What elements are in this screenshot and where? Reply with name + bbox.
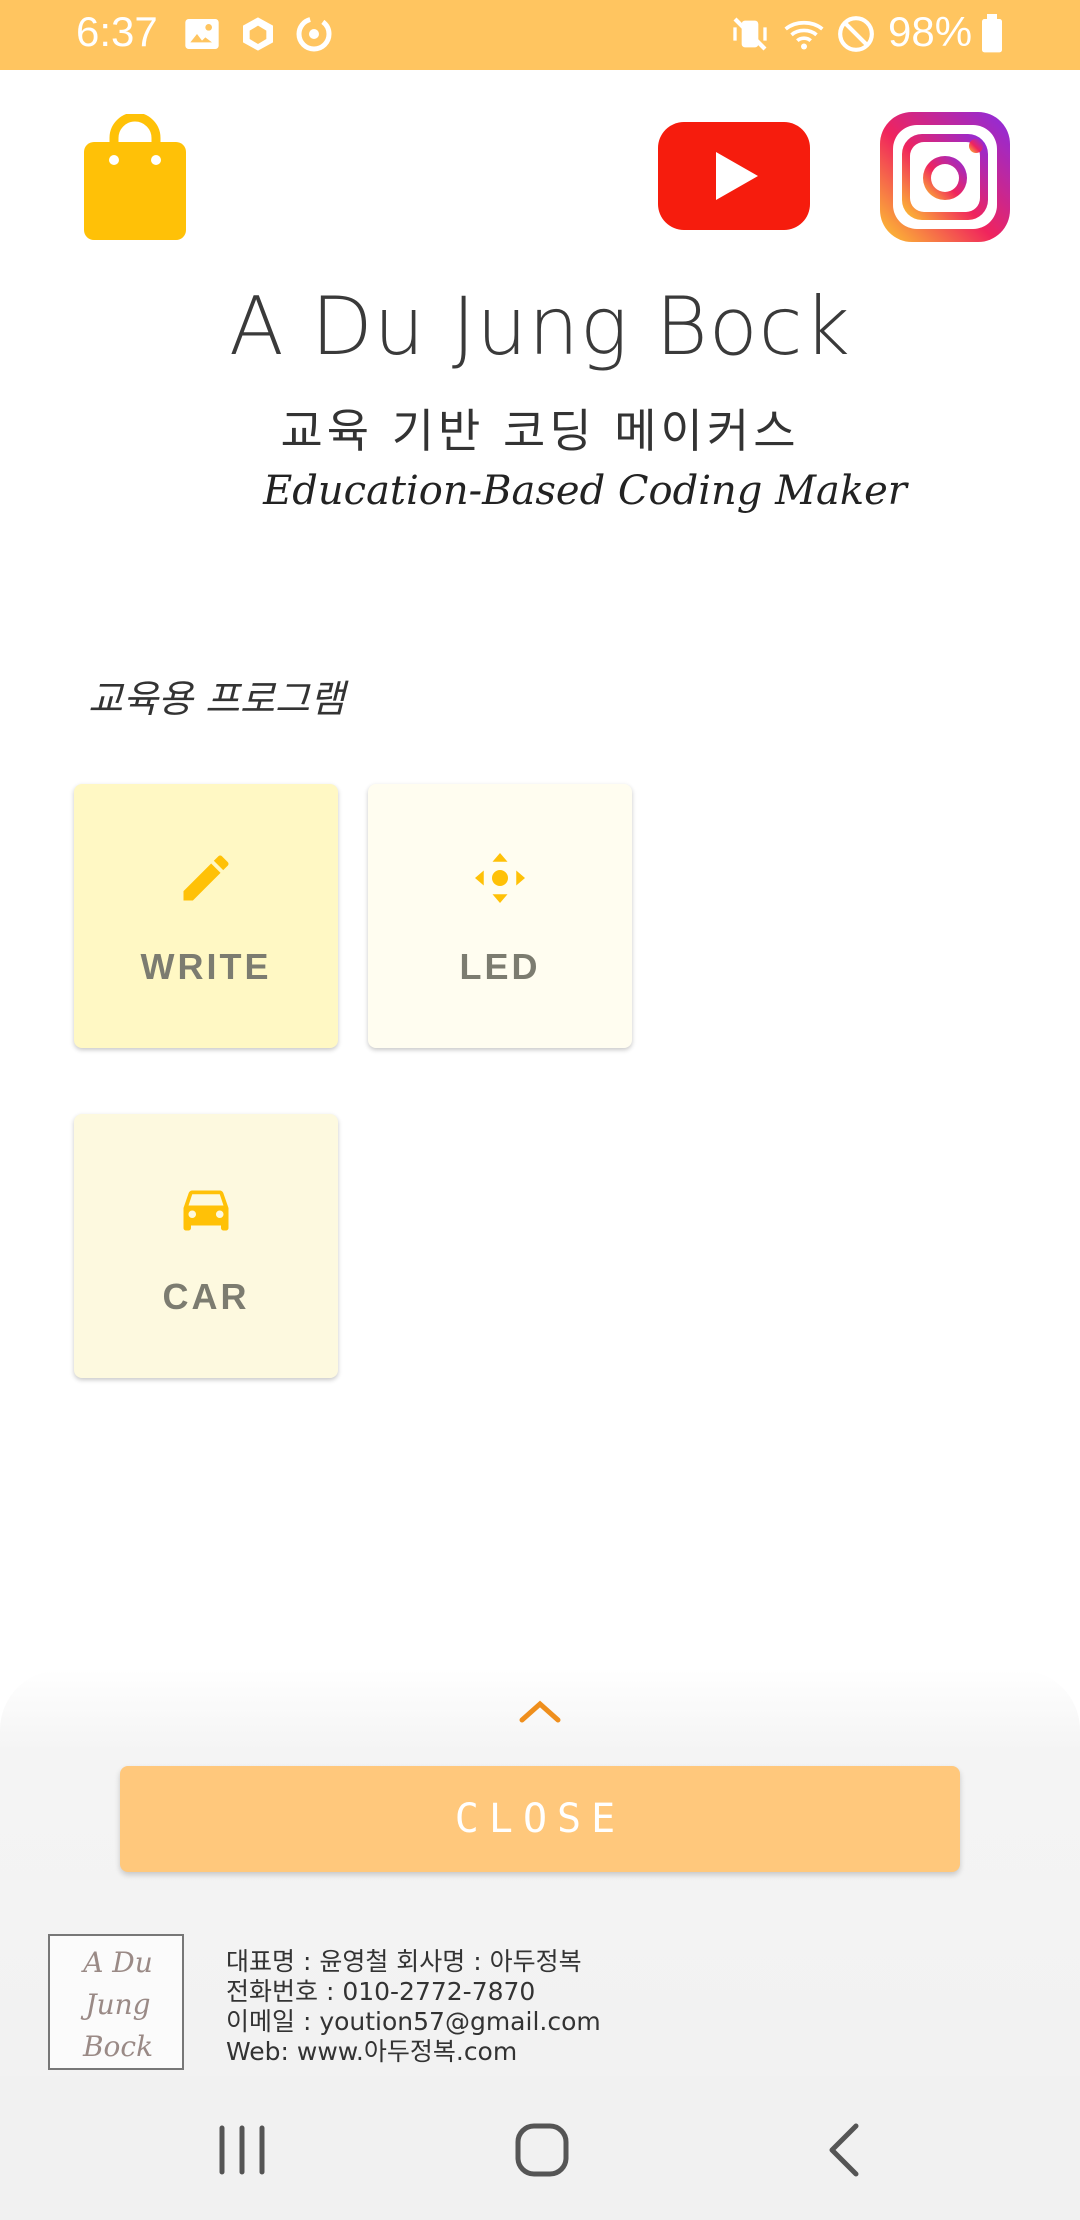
chevron-up-icon[interactable] — [516, 1696, 564, 1726]
youtube-icon[interactable] — [658, 122, 810, 230]
move-arrows-icon — [475, 853, 525, 903]
car-card-label: CAR — [162, 1276, 250, 1317]
write-card-label: WRITE — [140, 946, 272, 987]
instagram-icon[interactable] — [880, 112, 1010, 242]
subtitle-korean: 교육 기반 코딩 메이커스 — [280, 404, 800, 458]
subtitle-english: Education-Based Coding Maker — [263, 468, 907, 514]
battery-icon — [982, 14, 1002, 53]
vibrate-mute-icon — [733, 17, 767, 51]
close-button[interactable]: CLOSE — [120, 1766, 960, 1872]
logo-line-1: A Du — [83, 1946, 153, 1979]
shopping-bag-icon[interactable] — [84, 114, 186, 240]
recent-apps-icon[interactable] — [212, 2120, 272, 2180]
sync-icon — [296, 16, 332, 52]
info-web: Web: www.아두정복.com — [226, 2037, 518, 2066]
back-icon[interactable] — [816, 2120, 876, 2180]
led-card[interactable]: LED — [368, 784, 632, 1048]
status-time: 6:37 — [76, 8, 158, 55]
home-icon[interactable] — [512, 2120, 572, 2180]
logo-line-2: Jung — [85, 1988, 151, 2021]
navigation-bar — [0, 2076, 1080, 2220]
status-bar: 6:37 98% — [0, 0, 1080, 70]
car-icon — [183, 1190, 229, 1231]
battery-percent: 98% — [888, 8, 973, 55]
led-card-label: LED — [459, 946, 541, 987]
box-icon — [243, 17, 273, 51]
do-not-disturb-icon — [838, 16, 874, 52]
pencil-icon — [183, 855, 229, 901]
wifi-icon — [784, 20, 824, 50]
section-label-programs: 교육용 프로그램 — [88, 677, 345, 721]
logo-line-3: Bock — [82, 2030, 154, 2063]
write-card[interactable]: WRITE — [74, 784, 338, 1048]
app-title: A Du Jung Bock — [229, 280, 851, 373]
company-logo: A Du Jung Bock — [48, 1934, 184, 2070]
image-icon — [185, 19, 219, 49]
car-card[interactable]: CAR — [74, 1114, 338, 1378]
